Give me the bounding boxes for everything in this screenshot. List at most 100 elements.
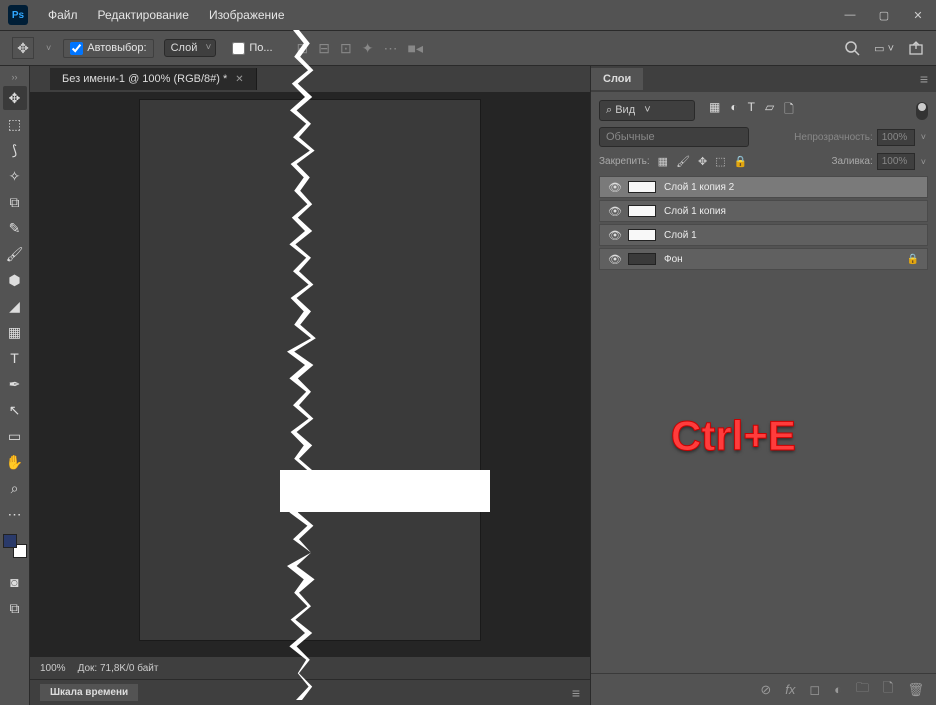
- menu-edit[interactable]: Редактирование: [88, 8, 199, 22]
- layers-tab[interactable]: Слои: [591, 68, 643, 90]
- blend-row: Обычные Непрозрачность: ˅: [599, 127, 928, 147]
- layer-thumb[interactable]: [628, 253, 656, 265]
- move-tool-preset-icon[interactable]: ✥: [12, 37, 34, 59]
- show-transform-checkbox[interactable]: По...: [226, 40, 278, 57]
- hand-tool[interactable]: ✋: [3, 450, 27, 474]
- foreground-color[interactable]: [3, 534, 17, 548]
- layer-name[interactable]: Фон: [664, 254, 683, 265]
- opacity-dropdown[interactable]: ˅: [919, 130, 928, 144]
- mask-icon[interactable]: ◻: [809, 682, 820, 698]
- align-icon-3[interactable]: ⊡: [340, 40, 352, 57]
- layer-row[interactable]: 👁 Фон 🔒: [599, 248, 928, 270]
- timeline-menu-icon[interactable]: ≡: [572, 685, 580, 701]
- lock-pixels-icon[interactable]: 🖌: [676, 155, 690, 168]
- move-tool[interactable]: ✥: [3, 86, 27, 110]
- align-icon-4[interactable]: ✦: [362, 40, 374, 57]
- filter-toggle[interactable]: [916, 102, 928, 120]
- fill-dropdown[interactable]: ˅: [919, 155, 928, 169]
- screenmode-tool[interactable]: ⧉: [3, 596, 27, 620]
- filter-smartobj-icon[interactable]: 🗋: [784, 100, 794, 121]
- zoom-tool[interactable]: ⌕: [3, 476, 27, 500]
- fill-label: Заливка:: [831, 156, 872, 167]
- timeline-tab[interactable]: Шкала времени: [40, 684, 138, 701]
- blend-mode-select[interactable]: Обычные: [599, 127, 749, 147]
- canvas-viewport[interactable]: [30, 92, 590, 657]
- panel-menu-icon[interactable]: ≡: [920, 71, 936, 87]
- menu-image[interactable]: Изображение: [199, 8, 295, 22]
- align-icon-5[interactable]: ⋯: [383, 40, 397, 57]
- layers-list: 👁 Слой 1 копия 2 👁 Слой 1 копия 👁 Слой 1…: [599, 176, 928, 270]
- filter-pixel-icon[interactable]: ▦: [709, 100, 720, 121]
- shape-tool[interactable]: ▭: [3, 424, 27, 448]
- lock-position-icon[interactable]: ✥: [698, 155, 707, 168]
- show-transform-input[interactable]: [232, 42, 245, 55]
- layer-row[interactable]: 👁 Слой 1 копия: [599, 200, 928, 222]
- close-button[interactable]: ✕: [908, 5, 928, 25]
- layers-footer: ⊘ fx ◻ ◐ 🗀 🗋 🗑: [591, 673, 936, 705]
- menu-file[interactable]: Файл: [38, 8, 88, 22]
- layer-name[interactable]: Слой 1 копия: [664, 206, 726, 217]
- new-layer-icon[interactable]: 🗋: [883, 679, 893, 701]
- autoselect-input[interactable]: [70, 42, 83, 55]
- type-tool[interactable]: T: [3, 346, 27, 370]
- options-right: ▭ ˅: [844, 40, 924, 56]
- layer-name[interactable]: Слой 1 копия 2: [664, 182, 734, 193]
- edit-toolbar[interactable]: ⋯: [3, 502, 27, 526]
- filter-adjustment-icon[interactable]: ◐: [730, 100, 737, 121]
- visibility-icon[interactable]: 👁: [608, 253, 620, 266]
- close-tab-icon[interactable]: ✕: [235, 74, 243, 85]
- eyedropper-tool[interactable]: ✎: [3, 216, 27, 240]
- magic-wand-tool[interactable]: ✧: [3, 164, 27, 188]
- eraser-tool[interactable]: ◢: [3, 294, 27, 318]
- marquee-tool[interactable]: ⬚: [3, 112, 27, 136]
- layer-name[interactable]: Слой 1: [664, 230, 697, 241]
- adjustment-icon[interactable]: ◐: [834, 682, 842, 697]
- stamp-tool[interactable]: ⬢: [3, 268, 27, 292]
- autoselect-target-select[interactable]: Слой: [164, 39, 217, 57]
- doc-info[interactable]: Док: 71,8K/0 байт: [78, 663, 159, 674]
- align-icon-2[interactable]: ⊟: [318, 40, 330, 57]
- brush-tool[interactable]: 🖌: [3, 242, 27, 266]
- canvas[interactable]: [140, 100, 480, 640]
- share-icon[interactable]: [908, 40, 924, 56]
- layer-thumb[interactable]: [628, 205, 656, 217]
- workspace-switcher[interactable]: ▭ ˅: [874, 42, 894, 55]
- search-icon[interactable]: [844, 40, 860, 56]
- visibility-icon[interactable]: 👁: [608, 181, 620, 194]
- link-layers-icon[interactable]: ⊘: [760, 682, 771, 698]
- 3d-mode-icon[interactable]: ■◂: [407, 40, 422, 57]
- visibility-icon[interactable]: 👁: [608, 229, 620, 242]
- lock-all-icon[interactable]: 🔒: [734, 155, 748, 168]
- gradient-tool[interactable]: ▦: [3, 320, 27, 344]
- visibility-icon[interactable]: 👁: [608, 205, 620, 218]
- lock-icon: 🔒: [907, 254, 919, 265]
- color-swatches[interactable]: [3, 534, 27, 558]
- lock-row: Закрепить: ▦ 🖌 ✥ ⬚ 🔒 Заливка: ˅: [599, 153, 928, 170]
- lasso-tool[interactable]: ⟆: [3, 138, 27, 162]
- path-select-tool[interactable]: ↖: [3, 398, 27, 422]
- lock-artboard-icon[interactable]: ⬚: [715, 155, 725, 168]
- fx-icon[interactable]: fx: [785, 682, 795, 697]
- quickmask-tool[interactable]: ◙: [3, 570, 27, 594]
- document-tab[interactable]: Без имени-1 @ 100% (RGB/8#) * ✕: [50, 68, 257, 90]
- filter-type-select[interactable]: ⌕ Вид ˅: [599, 100, 695, 121]
- group-icon[interactable]: 🗀: [856, 679, 869, 701]
- pen-tool[interactable]: ✒: [3, 372, 27, 396]
- autoselect-checkbox[interactable]: Автовыбор:: [63, 39, 153, 58]
- layer-row[interactable]: 👁 Слой 1: [599, 224, 928, 246]
- layer-row[interactable]: 👁 Слой 1 копия 2: [599, 176, 928, 198]
- opacity-input[interactable]: [877, 129, 915, 146]
- fill-input[interactable]: [877, 153, 915, 170]
- layer-thumb[interactable]: [628, 181, 656, 193]
- toolbar-expand[interactable]: ››: [10, 70, 20, 84]
- tool-preset-dropdown[interactable]: ˅: [44, 41, 53, 55]
- filter-type-icon[interactable]: T: [748, 100, 755, 121]
- delete-layer-icon[interactable]: 🗑: [907, 682, 924, 698]
- filter-shape-icon[interactable]: ▱: [765, 100, 774, 121]
- maximize-button[interactable]: ▢: [874, 5, 894, 25]
- minimize-button[interactable]: —: [840, 5, 860, 25]
- crop-tool[interactable]: ⧉: [3, 190, 27, 214]
- zoom-level[interactable]: 100%: [40, 663, 66, 674]
- layer-thumb[interactable]: [628, 229, 656, 241]
- lock-transparency-icon[interactable]: ▦: [658, 155, 668, 168]
